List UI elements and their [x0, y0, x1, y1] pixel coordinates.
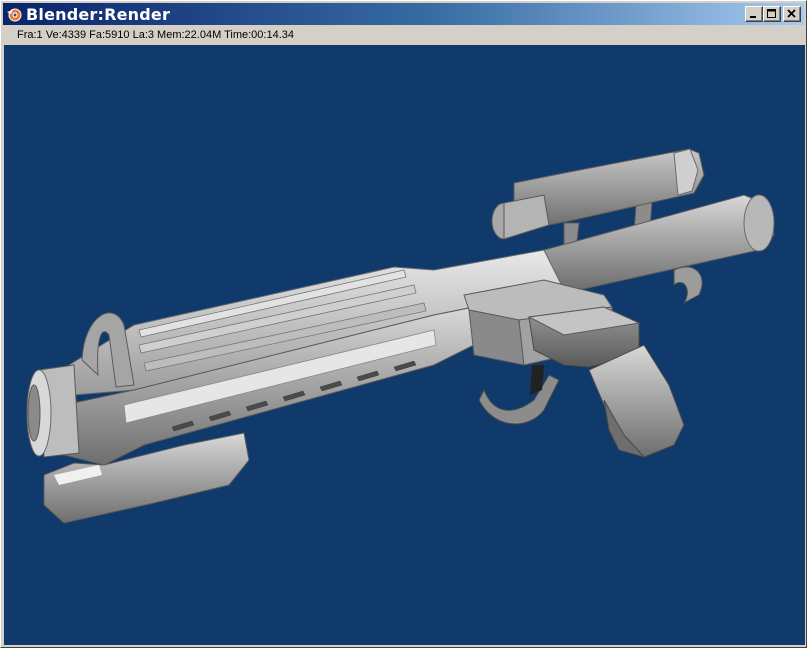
render-window: Blender:Render Fra:1 Ve:4339 Fa:5910 La:…	[0, 0, 807, 648]
render-status-bar: Fra:1 Ve:4339 Fa:5910 La:3 Mem:22.04M Ti…	[3, 26, 804, 44]
render-stats: Fra:1 Ve:4339 Fa:5910 La:3 Mem:22.04M Ti…	[17, 29, 295, 41]
window-controls	[745, 6, 801, 22]
title-bar[interactable]: Blender:Render	[3, 3, 804, 25]
render-viewport	[4, 45, 805, 645]
window-title: Blender:Render	[26, 4, 171, 24]
blender-icon	[6, 6, 22, 22]
close-icon[interactable]	[783, 6, 801, 22]
maximize-icon[interactable]	[763, 6, 781, 22]
rendered-blaster-rifle	[26, 148, 775, 524]
minimize-icon[interactable]	[745, 6, 763, 22]
